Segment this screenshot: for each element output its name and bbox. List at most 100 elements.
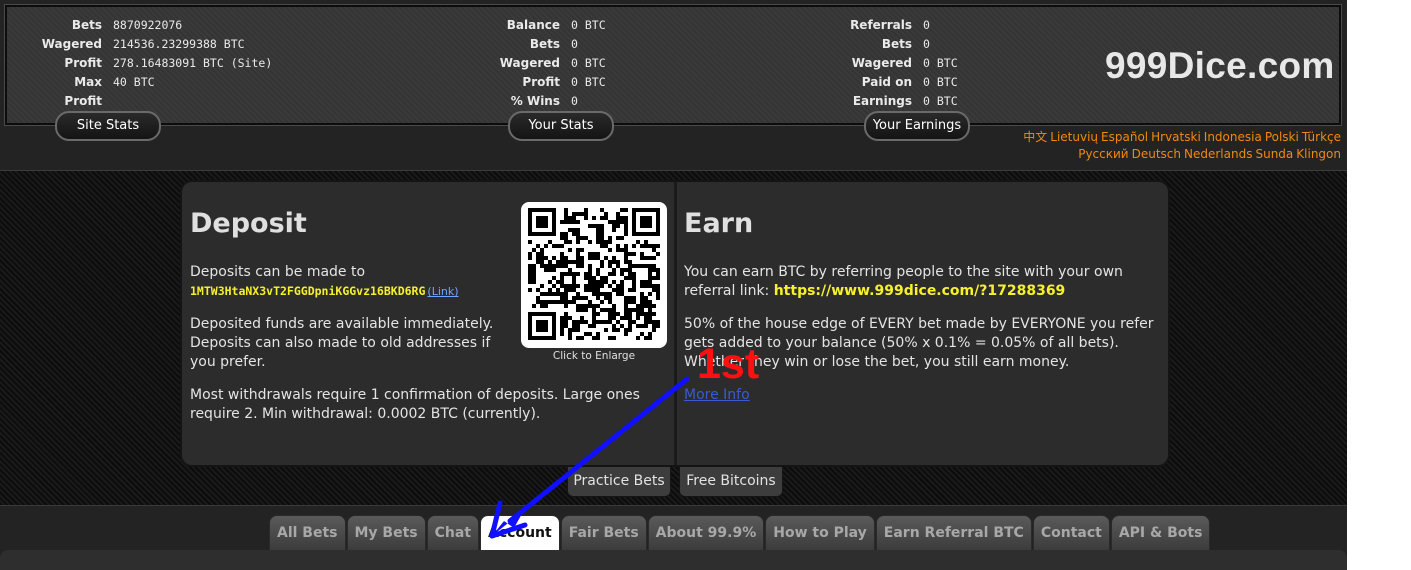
language-link[interactable]: Nederlands: [1184, 147, 1252, 161]
stat-label: Max Profit: [64, 75, 102, 108]
stat-value: 0 BTC: [923, 75, 958, 89]
stat-value: 8870922076: [113, 18, 183, 32]
language-link[interactable]: Indonesia: [1204, 130, 1262, 144]
stat-row: Wagered 214536.23299388 BTC: [37, 35, 272, 54]
stat-label: Bets: [71, 18, 102, 32]
stat-value: 214536.23299388 BTC: [113, 37, 245, 51]
stat-label: Profit: [64, 56, 102, 70]
tab-bar: All Bets My Bets Chat Account Fair Bets About…: [0, 505, 1347, 570]
main-content: Deposit Deposits can be made to 1MTW3Hta…: [0, 170, 1347, 505]
language-link[interactable]: Klingon: [1296, 147, 1341, 161]
tab-account[interactable]: Account: [480, 515, 560, 550]
tab-my-bets[interactable]: My Bets: [346, 515, 426, 550]
stat-value: 0: [923, 18, 930, 32]
info-panel: Deposit Deposits can be made to 1MTW3Hta…: [180, 180, 1170, 467]
stat-row: Referrals 0: [849, 16, 958, 35]
language-link[interactable]: Polski: [1265, 130, 1299, 144]
deposit-availability-text: Deposited funds are available immediatel…: [190, 316, 494, 370]
tab-content-area: [0, 550, 1347, 570]
referral-link[interactable]: https://www.999dice.com/?17288369: [774, 283, 1066, 299]
deposit-intro: Deposits can be made to: [190, 264, 366, 280]
free-bitcoins-button[interactable]: Free Bitcoins: [679, 467, 783, 497]
stat-label: Earnings: [852, 94, 912, 108]
stat-value: 40 BTC: [113, 75, 155, 89]
language-row: Русский Deutsch Nederlands Sunda Klingon: [1020, 146, 1341, 163]
stat-label: Profit: [522, 75, 560, 89]
site-stats-button[interactable]: Site Stats: [55, 111, 161, 141]
site-logo[interactable]: 999Dice.com: [1105, 45, 1335, 87]
stat-row: Wagered 0 BTC: [849, 54, 958, 73]
site-stats-panel: Bets 8870922076 Wagered 214536.23299388 BT…: [37, 16, 273, 111]
more-info-link[interactable]: More Info: [684, 387, 750, 403]
language-selector: 中文 Lietuvių Español Hrvatski Indonesia Polski…: [1020, 129, 1341, 163]
annotation-label: 1st: [697, 340, 760, 388]
language-link[interactable]: Sunda: [1255, 147, 1293, 161]
tab-api-bots[interactable]: API & Bots: [1110, 515, 1211, 550]
language-row: 中文 Lietuvių Español Hrvatski Indonesia Polski…: [1020, 129, 1341, 146]
panel-divider: [674, 182, 677, 465]
stats-box: Bets 8870922076 Wagered 214536.23299388 BT…: [4, 4, 1342, 126]
stat-value: 0 BTC: [923, 56, 958, 70]
deposit-address-text: Deposits can be made to 1MTW3HtaNX3vT2FG…: [190, 263, 510, 301]
stat-label: % Wins: [510, 94, 560, 108]
site-window: Bets 8870922076 Wagered 214536.23299388 BT…: [0, 0, 1347, 570]
practice-bets-button[interactable]: Practice Bets: [567, 467, 671, 497]
language-link[interactable]: Lietuvių: [1050, 130, 1098, 144]
language-link[interactable]: Русский: [1078, 147, 1128, 161]
stat-row: Profit 278.16483091 BTC (Site): [37, 54, 272, 73]
stat-value: 0 BTC: [571, 75, 606, 89]
language-link[interactable]: Español: [1101, 130, 1148, 144]
your-earnings-button[interactable]: Your Earnings: [864, 111, 970, 141]
your-stats-panel: Balance 0 BTC Bets 0 Wagered 0 BTC Profit 0 …: [497, 16, 606, 111]
stat-label: Wagered: [499, 56, 560, 70]
your-earnings-panel: Referrals 0 Bets 0 Wagered 0 BTC Paid on 0 B…: [849, 16, 958, 111]
qr-code-icon: [528, 208, 660, 340]
stat-row: Bets 0: [849, 35, 958, 54]
earn-title: Earn: [684, 208, 754, 239]
header: Bets 8870922076 Wagered 214536.23299388 BT…: [0, 0, 1347, 170]
tab-about-99-9[interactable]: About 99.9%: [647, 515, 765, 550]
stat-row: Wagered 0 BTC: [497, 54, 606, 73]
language-link[interactable]: Türkçe: [1302, 130, 1341, 144]
stat-label: Wagered: [41, 37, 102, 51]
stat-value: 278.16483091 BTC (Site): [113, 56, 273, 70]
stat-row: Bets 8870922076: [37, 16, 272, 35]
stat-row: Bets 0: [497, 35, 606, 54]
stat-row: Earnings 0 BTC: [849, 92, 958, 111]
tab-how-to-play[interactable]: How to Play: [765, 515, 875, 550]
language-link[interactable]: Hrvatski: [1151, 130, 1201, 144]
stat-row: Paid on 0 BTC: [849, 73, 958, 92]
language-link[interactable]: Deutsch: [1132, 147, 1181, 161]
stat-value: 0 BTC: [571, 18, 606, 32]
stat-value: 0: [571, 94, 578, 108]
tab-all-bets[interactable]: All Bets: [269, 515, 346, 550]
tab-contact[interactable]: Contact: [1032, 515, 1110, 550]
stat-value: 0: [571, 37, 578, 51]
tab-fair-bets[interactable]: Fair Bets: [560, 515, 647, 550]
stat-value: 0 BTC: [571, 56, 606, 70]
stat-label: Bets: [881, 37, 912, 51]
stat-row: % Wins 0: [497, 92, 606, 111]
deposit-title: Deposit: [190, 208, 307, 239]
stat-label: Wagered: [851, 56, 912, 70]
stat-value: 0 BTC: [923, 94, 958, 108]
deposit-address-link[interactable]: (Link): [427, 285, 458, 298]
stat-value: 0: [923, 37, 930, 51]
tab-earn-referral-btc[interactable]: Earn Referral BTC: [875, 515, 1032, 550]
stat-label: Balance: [506, 18, 560, 32]
withdrawal-info-text: Most withdrawals require 1 confirmation …: [190, 387, 640, 422]
your-stats-button[interactable]: Your Stats: [508, 111, 614, 141]
deposit-address[interactable]: 1MTW3HtaNX3vT2FGGDpniKGGvz16BKD6RG: [190, 284, 425, 298]
qr-enlarge-caption[interactable]: Click to Enlarge: [521, 350, 667, 362]
stat-row: Max Profit 40 BTC: [37, 73, 272, 111]
tab-chat[interactable]: Chat: [426, 515, 480, 550]
stat-row: Balance 0 BTC: [497, 16, 606, 35]
stat-label: Referrals: [850, 18, 912, 32]
stat-row: Profit 0 BTC: [497, 73, 606, 92]
language-link[interactable]: 中文: [1023, 130, 1047, 144]
earn-intro-text: You can earn BTC by referring people to …: [684, 263, 1164, 301]
qr-code[interactable]: [521, 202, 667, 348]
tab-list: All Bets My Bets Chat Account Fair Bets About…: [269, 515, 1211, 550]
stat-label: Bets: [529, 37, 560, 51]
stat-label: Paid on: [861, 75, 912, 89]
